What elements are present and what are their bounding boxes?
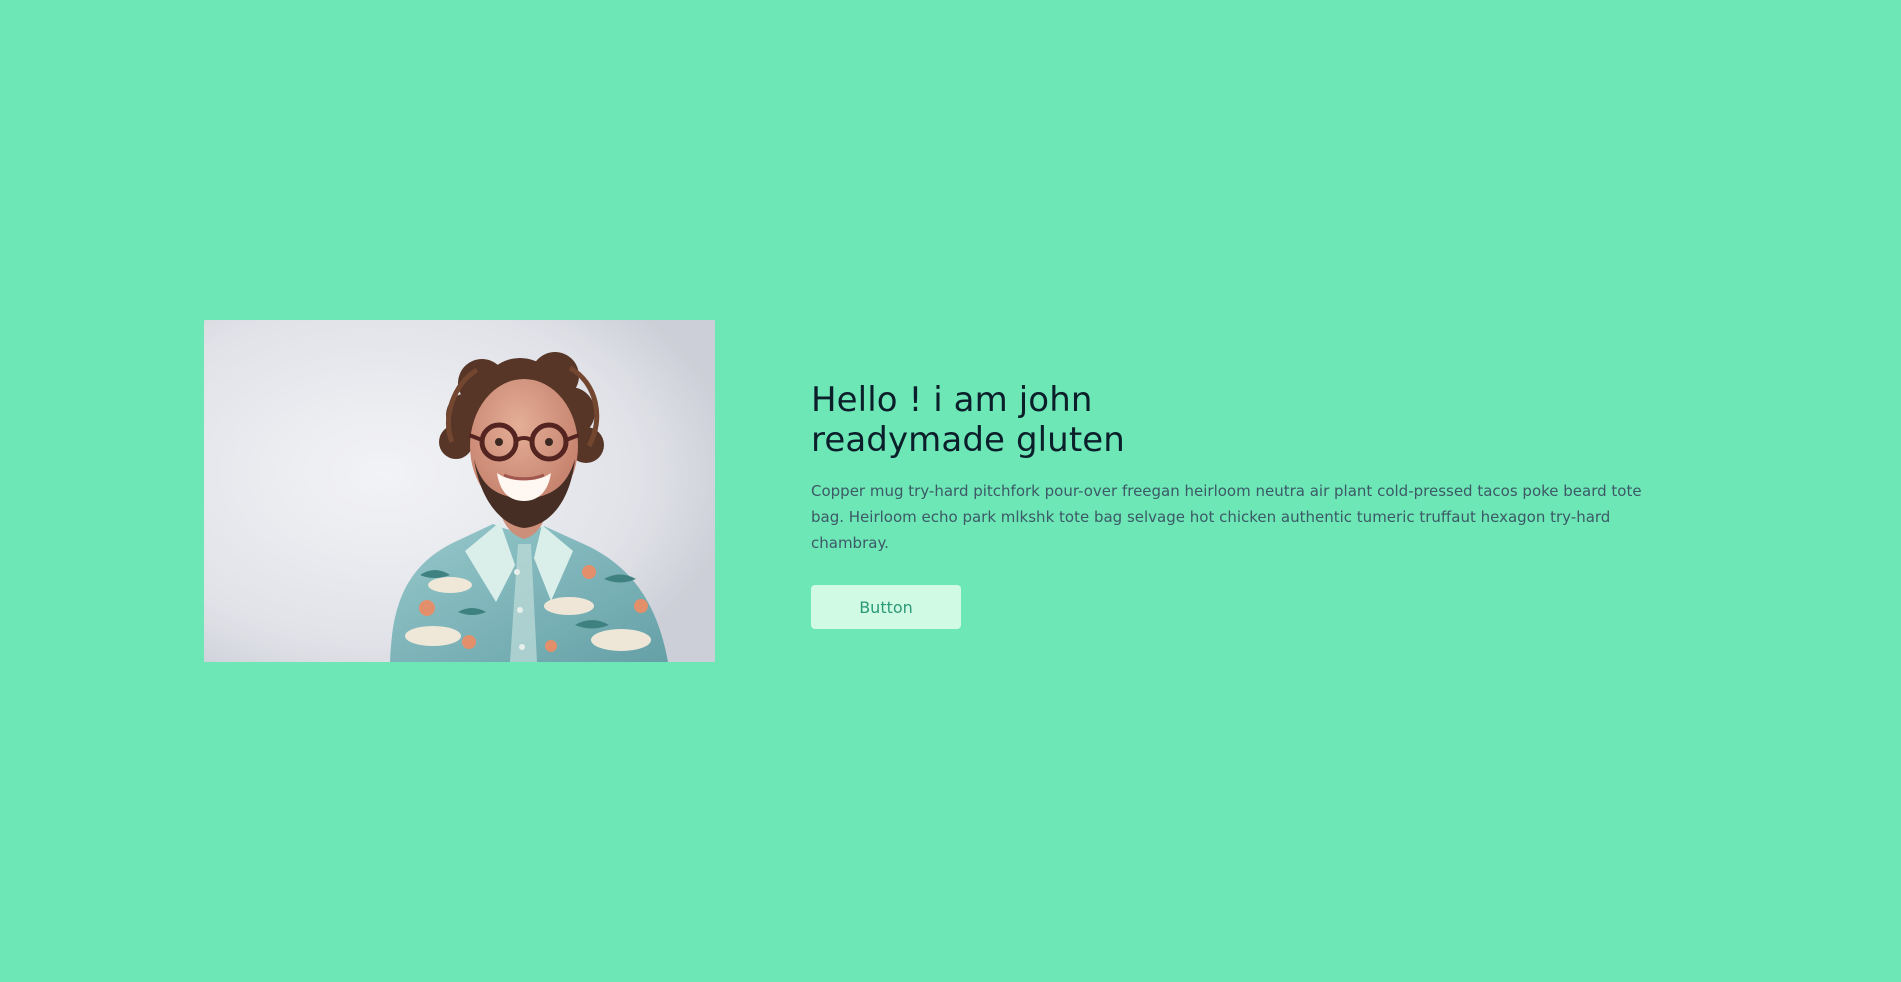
page-title: Hello ! i am john readymade gluten <box>811 380 1711 460</box>
title-line-2: readymade gluten <box>811 420 1125 460</box>
portrait-illustration <box>204 320 715 662</box>
hero-description: Copper mug try-hard pitchfork pour-over … <box>811 482 1642 552</box>
title-line-1: Hello ! i am john <box>811 380 1093 420</box>
portrait-image <box>204 320 715 662</box>
hero-button[interactable]: Button <box>811 585 961 629</box>
hero-content: Hello ! i am john readymade gluten Coppe… <box>811 380 1711 629</box>
hero-section: Hello ! i am john readymade gluten Coppe… <box>0 0 1901 982</box>
